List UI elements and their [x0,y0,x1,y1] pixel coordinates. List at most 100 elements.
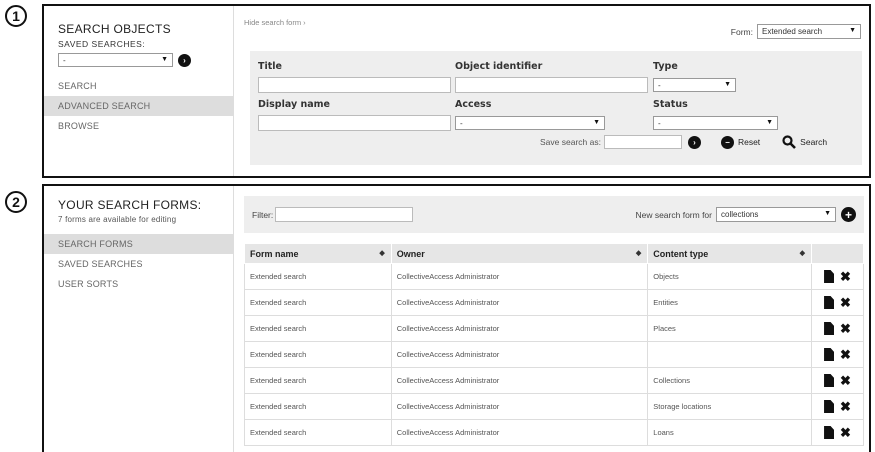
owner-cell: CollectiveAccess Administrator [390,419,649,446]
actions-cell: ✖ [811,315,864,342]
edit-document-icon[interactable] [824,400,835,413]
content-type-cell: Objects [647,263,813,290]
title-input[interactable] [258,77,451,93]
column-header-owner[interactable]: Owner ◆ [390,243,649,264]
sidebar-item-advanced-search[interactable]: ADVANCED SEARCH [44,96,233,116]
minus-circle-icon: − [720,135,734,149]
delete-icon[interactable]: ✖ [840,322,851,335]
status-select[interactable]: - ▼ [653,116,778,130]
delete-icon[interactable]: ✖ [840,374,851,387]
actions-cell: ✖ [811,393,864,420]
display-name-input[interactable] [258,115,451,131]
edit-document-icon[interactable] [824,426,835,439]
edit-document-icon[interactable] [824,322,835,335]
delete-icon[interactable]: ✖ [840,270,851,283]
sidebar-item-search-forms[interactable]: SEARCH FORMS [44,234,233,254]
search-objects-panel: SEARCH OBJECTS SAVED SEARCHES: - ▼ › SEA… [42,4,871,178]
edit-document-icon[interactable] [824,374,835,387]
column-header-content-type[interactable]: Content type ◆ [647,243,813,264]
chevron-down-icon: ▼ [766,119,773,126]
go-arrow-icon[interactable]: › [178,53,191,67]
new-form-label: New search form for [635,209,712,220]
form-name-cell: Extended search [244,367,392,394]
search-icon [782,135,797,149]
saved-searches-select[interactable]: - ▼ [58,53,173,67]
sidebar-item-saved-searches[interactable]: SAVED SEARCHES [44,254,233,274]
edit-document-icon[interactable] [824,270,835,283]
filter-label: Filter: [252,209,274,220]
access-select[interactable]: - ▼ [455,116,605,130]
delete-icon[interactable]: ✖ [840,400,851,413]
owner-cell: CollectiveAccess Administrator [390,263,649,290]
step-marker-2: 2 [5,191,27,213]
form-label: Form: [730,26,753,37]
table-row: Extended search CollectiveAccess Administ… [244,315,864,342]
sort-icon: ◆ [799,250,806,257]
delete-icon[interactable]: ✖ [840,426,851,439]
edit-document-icon[interactable] [824,296,835,309]
table-row: Extended search CollectiveAccess Administ… [244,367,864,394]
toolbar: Filter: New search form for collections … [244,196,864,233]
add-form-icon[interactable]: + [841,207,856,222]
sort-icon: ◆ [635,250,642,257]
reset-button[interactable]: − Reset [720,135,760,149]
chevron-down-icon: ▼ [161,56,168,63]
search-forms-panel: YOUR SEARCH FORMS: 7 forms are available… [42,184,871,452]
content-type-cell: Loans [647,419,813,446]
status-label: Status [653,99,688,110]
delete-icon[interactable]: ✖ [840,348,851,361]
actions-cell: ✖ [811,263,864,290]
actions-cell: ✖ [811,289,864,316]
owner-cell: CollectiveAccess Administrator [390,393,649,420]
content-type-cell: Places [647,315,813,342]
title-label: Title [258,61,282,72]
object-identifier-input[interactable] [455,77,648,93]
owner-cell: CollectiveAccess Administrator [390,289,649,316]
chevron-down-icon: ▼ [724,81,731,88]
sort-icon: ◆ [379,250,385,257]
step-marker-1: 1 [5,5,27,27]
edit-document-icon[interactable] [824,348,835,361]
save-go-icon[interactable]: › [687,135,701,149]
sidebar-item-browse[interactable]: BROWSE [44,116,233,136]
sidebar-item-search[interactable]: SEARCH [44,76,233,96]
form-name-cell: Extended search [244,419,392,446]
column-header-form-name[interactable]: Form name ◆ [244,243,392,264]
form-name-cell: Extended search [244,263,392,290]
content-type-cell: Storage locations [647,393,813,420]
sidebar-item-user-sorts[interactable]: USER SORTS [44,274,233,294]
object-identifier-label: Object identifier [455,61,543,72]
search-form-area: Title Object identifier Type - ▼ Display… [250,51,862,165]
content-type-cell [647,341,813,368]
owner-cell: CollectiveAccess Administrator [390,315,649,342]
form-name-cell: Extended search [244,341,392,368]
access-label: Access [455,99,492,110]
filter-input[interactable] [275,207,414,222]
content-type-cell: Collections [647,367,813,394]
forms-count-text: 7 forms are available for editing [58,215,177,224]
column-header-actions [811,243,864,264]
form-name-cell: Extended search [244,289,392,316]
delete-icon[interactable]: ✖ [840,296,851,309]
forms-table: Form name ◆ Owner ◆ Content type ◆ Extended… [244,243,864,446]
forms-sidebar: YOUR SEARCH FORMS: 7 forms are available… [44,186,234,452]
owner-cell: CollectiveAccess Administrator [390,367,649,394]
form-select[interactable]: Extended search ▼ [757,24,861,39]
hide-search-form-link[interactable]: Hide search form › [244,18,306,27]
owner-cell: CollectiveAccess Administrator [390,341,649,368]
search-sidebar: SEARCH OBJECTS SAVED SEARCHES: - ▼ › SEA… [44,6,234,176]
chevron-down-icon: ▼ [849,27,856,34]
type-select[interactable]: - ▼ [653,78,736,92]
saved-searches-label: SAVED SEARCHES: [58,39,146,49]
content-type-cell: Entities [647,289,813,316]
table-row: Extended search CollectiveAccess Administ… [244,393,864,420]
new-form-type-select[interactable]: collections ▼ [716,207,836,222]
sidebar-title: YOUR SEARCH FORMS: [58,198,202,212]
display-name-label: Display name [258,99,330,110]
save-search-input[interactable] [603,135,682,149]
actions-cell: ✖ [811,419,864,446]
forms-table-wrapper: Form name ◆ Owner ◆ Content type ◆ Extended… [244,243,864,446]
form-name-cell: Extended search [244,315,392,342]
search-button[interactable]: Search [782,135,827,149]
save-search-label: Save search as: [540,137,601,147]
